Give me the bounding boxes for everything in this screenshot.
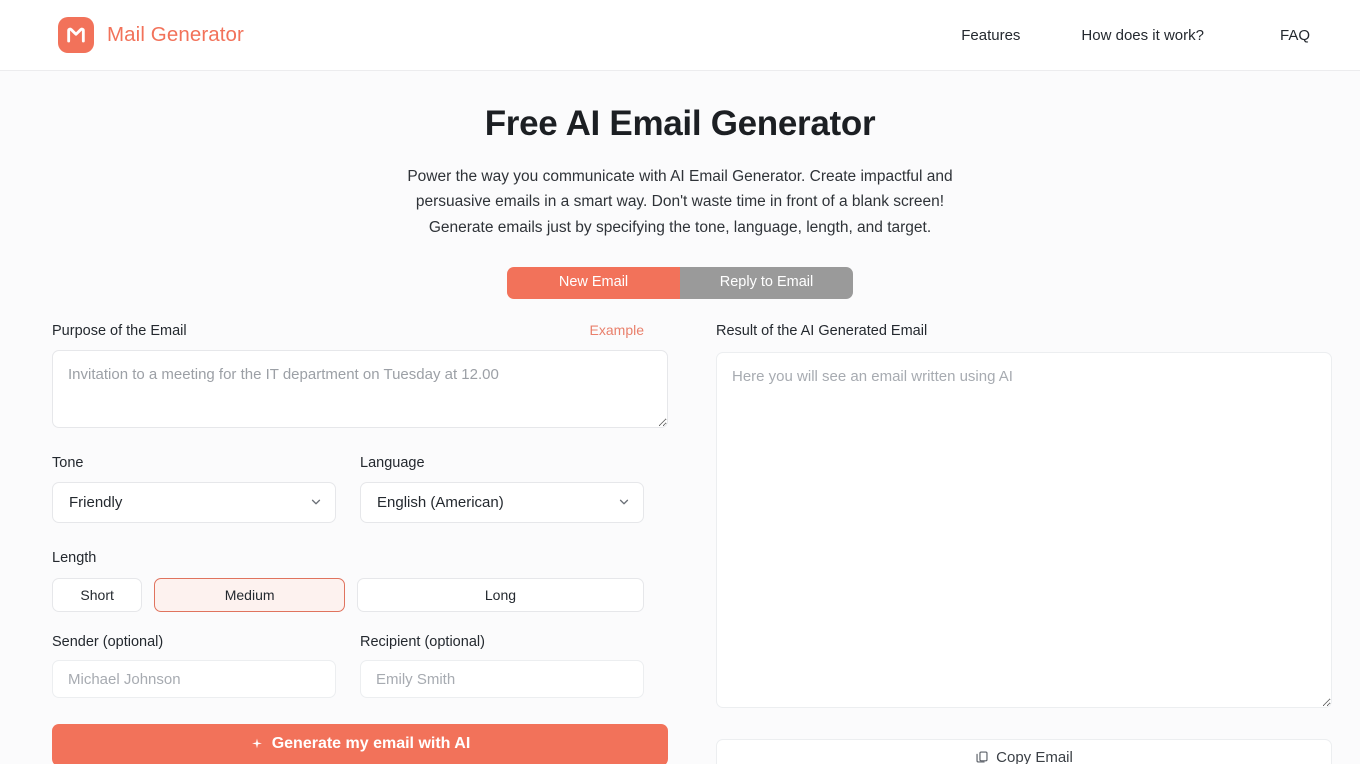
length-button-group: Short Medium Long — [52, 577, 644, 612]
page-title: Free AI Email Generator — [484, 104, 876, 143]
purpose-label: Purpose of the Email — [52, 322, 187, 339]
language-select-wrap: English (American) — [360, 481, 644, 523]
language-select[interactable]: English (American) — [360, 481, 644, 523]
length-option-long[interactable]: Long — [356, 577, 644, 612]
hero-description: Power the way you communicate with AI Em… — [0, 164, 1360, 241]
copy-email-button[interactable]: Copy Email — [716, 738, 1332, 764]
site-header: Mail Generator Features How does it work… — [0, 0, 1360, 71]
brand-logo[interactable]: Mail Generator — [58, 17, 244, 53]
tone-select[interactable]: Friendly — [52, 481, 336, 523]
copy-email-button-label: Copy Email — [996, 748, 1073, 764]
hero-description-line-2: persuasive emails in a smart way. Don't … — [415, 193, 945, 211]
result-panel: Result of the AI Generated Email Copy Em… — [700, 322, 1332, 764]
generate-email-button[interactable]: Generate my email with AI — [52, 724, 668, 764]
sender-label: Sender (optional) — [52, 633, 164, 650]
nav-link-how-does-it-work[interactable]: How does it work? — [1081, 27, 1204, 44]
example-link[interactable]: Example — [590, 322, 644, 338]
generate-email-button-label: Generate my email with AI — [271, 734, 471, 752]
hero-description-line-1: Power the way you communicate with AI Em… — [407, 167, 953, 185]
recipient-label: Recipient (optional) — [360, 633, 485, 650]
mode-toggle-group: New Email Reply to Email — [507, 266, 853, 299]
length-option-short[interactable]: Short — [52, 577, 143, 612]
length-option-medium[interactable]: Medium — [154, 577, 345, 612]
result-textarea[interactable] — [716, 351, 1332, 708]
sender-recipient-row: Sender (optional) Recipient (optional) — [52, 635, 644, 699]
result-label-row: Result of the AI Generated Email — [700, 322, 1324, 340]
result-label: Result of the AI Generated Email — [716, 322, 928, 339]
hero-description-line-3: Generate emails just by specifying the t… — [428, 218, 932, 236]
sender-input[interactable] — [52, 660, 336, 699]
mail-m-logo-icon — [58, 17, 94, 53]
language-label: Language — [360, 455, 425, 472]
brand-name: Mail Generator — [107, 23, 244, 46]
sender-field: Sender (optional) — [52, 635, 336, 699]
language-field: Language English (American) — [360, 456, 644, 523]
input-panel: Purpose of the Email Example Tone Friend… — [36, 322, 668, 764]
tab-new-email[interactable]: New Email — [507, 266, 680, 299]
tone-field: Tone Friendly — [52, 456, 336, 523]
sparkle-icon — [251, 737, 262, 748]
recipient-field: Recipient (optional) — [360, 635, 644, 699]
tone-language-row: Tone Friendly Language English (American… — [52, 456, 644, 523]
tab-reply-to-email[interactable]: Reply to Email — [680, 266, 853, 299]
purpose-textarea[interactable] — [52, 350, 668, 429]
length-label: Length — [52, 549, 97, 566]
hero-section: Free AI Email Generator Power the way yo… — [0, 71, 1360, 299]
recipient-input[interactable] — [360, 660, 644, 699]
generator-columns: Purpose of the Email Example Tone Friend… — [0, 322, 1360, 764]
nav-link-faq[interactable]: FAQ — [1280, 27, 1310, 44]
purpose-label-row: Purpose of the Email Example — [36, 322, 660, 339]
main-navigation: Features How does it work? FAQ — [961, 27, 1310, 44]
tone-select-wrap: Friendly — [52, 481, 336, 523]
nav-link-features[interactable]: Features — [961, 27, 1020, 44]
tone-label: Tone — [52, 455, 84, 472]
clipboard-copy-icon — [976, 751, 988, 763]
